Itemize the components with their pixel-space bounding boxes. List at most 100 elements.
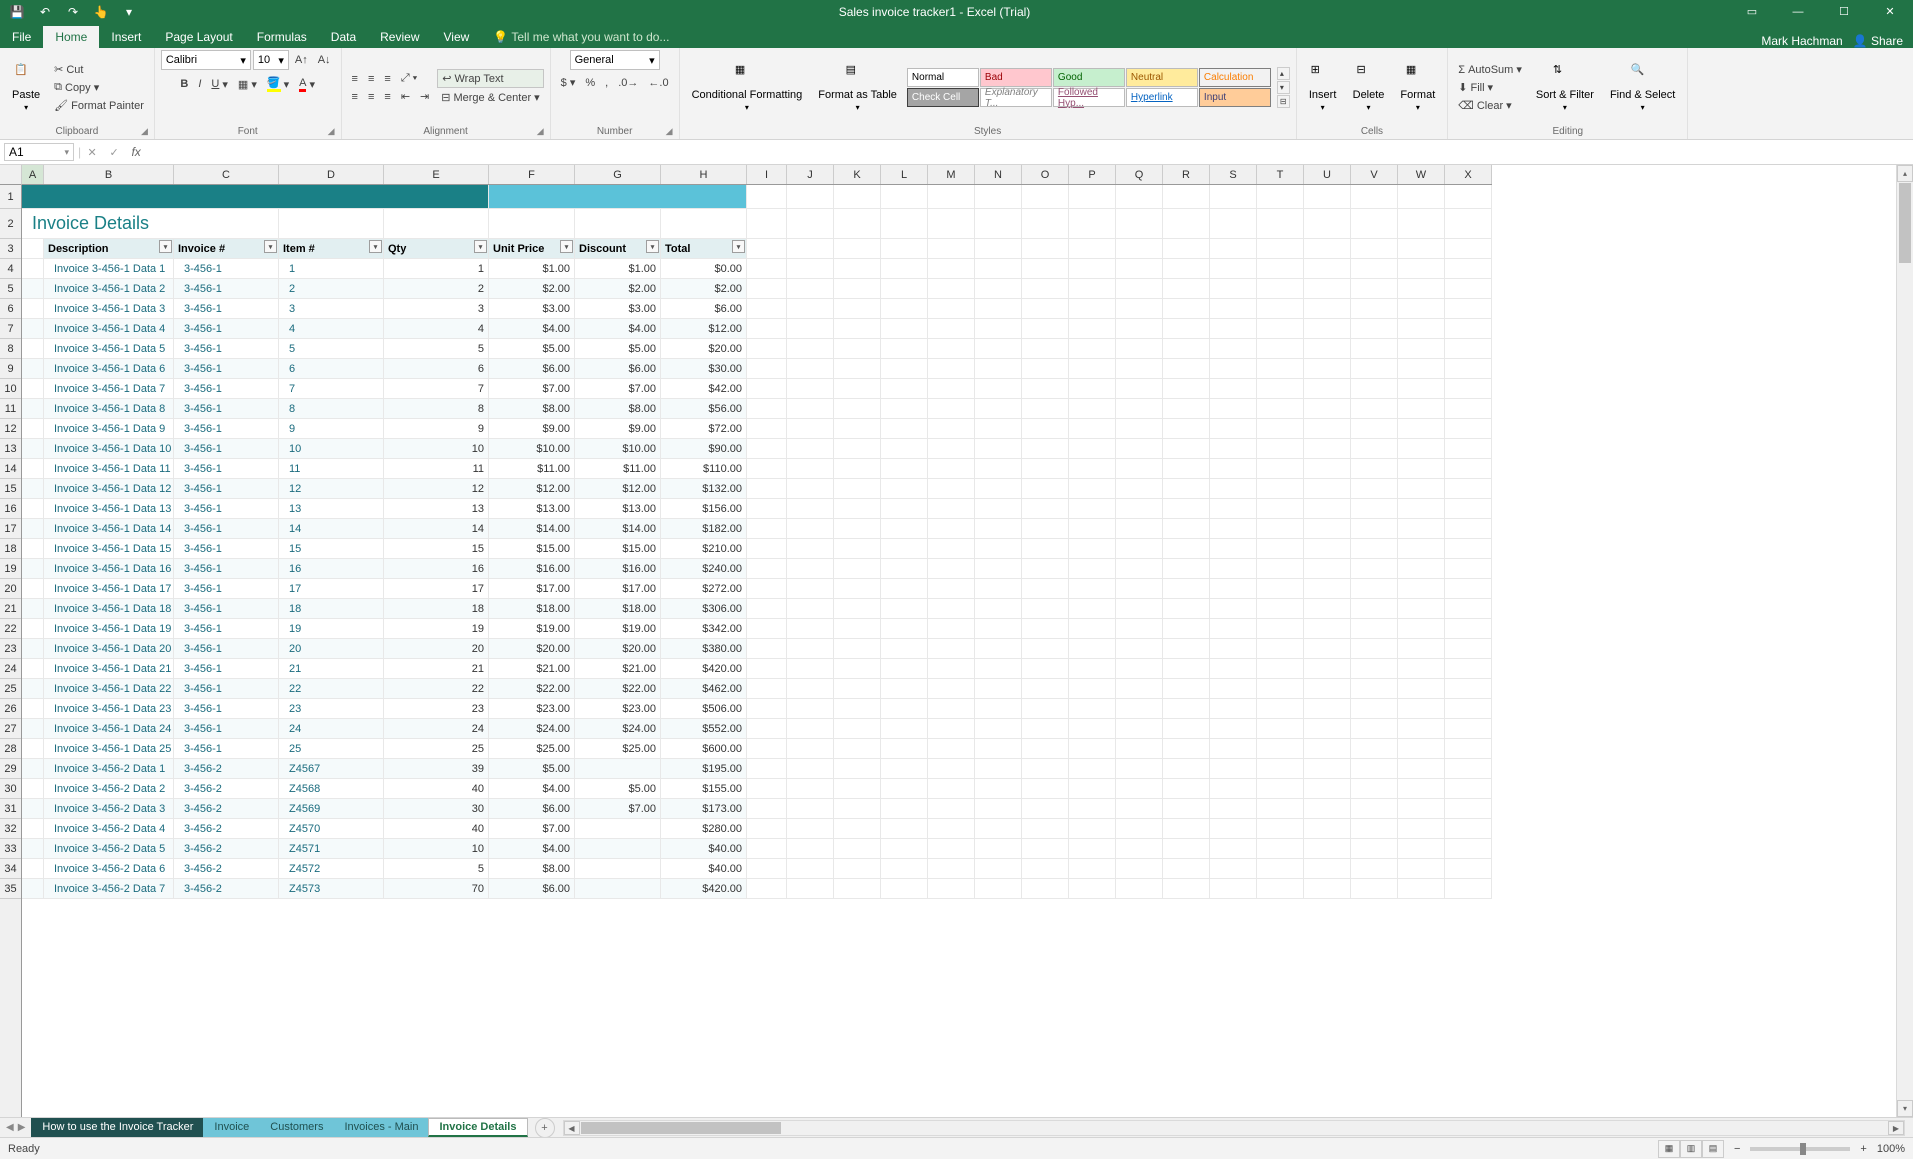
table-cell[interactable]: $7.00 <box>575 799 661 819</box>
table-cell[interactable] <box>575 839 661 859</box>
table-cell[interactable]: $0.00 <box>661 259 747 279</box>
table-cell[interactable]: $14.00 <box>489 519 575 539</box>
row-header-19[interactable]: 19 <box>0 559 21 579</box>
increase-decimal-icon[interactable]: .0→ <box>614 75 642 91</box>
table-cell[interactable]: Invoice 3-456-1 Data 13 <box>44 499 174 519</box>
table-cell[interactable]: $132.00 <box>661 479 747 499</box>
table-cell[interactable]: $12.00 <box>489 479 575 499</box>
row-header-27[interactable]: 27 <box>0 719 21 739</box>
column-header-N[interactable]: N <box>975 165 1022 184</box>
maximize-icon[interactable]: ☐ <box>1821 0 1867 23</box>
tab-home[interactable]: Home <box>43 26 99 48</box>
underline-button[interactable]: U ▾ <box>207 76 231 93</box>
table-cell[interactable]: $15.00 <box>575 539 661 559</box>
table-cell[interactable]: 19 <box>384 619 489 639</box>
table-cell[interactable]: $182.00 <box>661 519 747 539</box>
table-cell[interactable]: $42.00 <box>661 379 747 399</box>
banner-cell[interactable] <box>489 185 747 209</box>
tab-formulas[interactable]: Formulas <box>245 26 319 48</box>
table-cell[interactable]: 3-456-2 <box>174 799 279 819</box>
normal-view-icon[interactable]: ▦ <box>1658 1140 1680 1158</box>
row-header-10[interactable]: 10 <box>0 379 21 399</box>
tab-review[interactable]: Review <box>368 26 431 48</box>
find-select-button[interactable]: 🔍Find & Select▾ <box>1604 61 1681 114</box>
table-cell[interactable]: $13.00 <box>575 499 661 519</box>
table-cell[interactable]: 1 <box>279 259 384 279</box>
table-header-unitprice[interactable]: Unit Price▾ <box>489 239 575 259</box>
share-button[interactable]: 👤 Share <box>1853 34 1903 48</box>
row-header-26[interactable]: 26 <box>0 699 21 719</box>
table-cell[interactable]: Invoice 3-456-1 Data 10 <box>44 439 174 459</box>
row-header-9[interactable]: 9 <box>0 359 21 379</box>
cell-style-explanatoryt[interactable]: Explanatory T... <box>980 88 1052 107</box>
tab-file[interactable]: File <box>0 26 43 48</box>
sheet-tab-invoice-details[interactable]: Invoice Details <box>428 1118 527 1137</box>
gallery-down-icon[interactable]: ▾ <box>1277 81 1290 94</box>
table-cell[interactable]: 23 <box>384 699 489 719</box>
align-left-icon[interactable]: ≡ <box>348 89 362 105</box>
table-cell[interactable]: $210.00 <box>661 539 747 559</box>
table-cell[interactable]: $155.00 <box>661 779 747 799</box>
gallery-more-icon[interactable]: ⊟ <box>1277 95 1290 108</box>
table-cell[interactable]: $25.00 <box>489 739 575 759</box>
sheet-tab-customers[interactable]: Customers <box>259 1118 334 1137</box>
decrease-decimal-icon[interactable]: ←.0 <box>644 75 672 91</box>
column-header-V[interactable]: V <box>1351 165 1398 184</box>
table-cell[interactable]: 8 <box>384 399 489 419</box>
table-cell[interactable]: 3-456-1 <box>174 539 279 559</box>
table-cell[interactable]: 3-456-1 <box>174 299 279 319</box>
copy-button[interactable]: ⧉ Copy ▾ <box>50 79 148 96</box>
table-cell[interactable]: Invoice 3-456-1 Data 7 <box>44 379 174 399</box>
align-bottom-icon[interactable]: ≡ <box>380 71 394 87</box>
table-cell[interactable]: 24 <box>384 719 489 739</box>
table-cell[interactable]: Invoice 3-456-2 Data 7 <box>44 879 174 899</box>
table-cell[interactable]: $23.00 <box>575 699 661 719</box>
table-cell[interactable]: Invoice 3-456-1 Data 19 <box>44 619 174 639</box>
table-cell[interactable]: 19 <box>279 619 384 639</box>
sheet-nav-prev-icon[interactable]: ◀ <box>6 1122 14 1133</box>
table-header-qty[interactable]: Qty▾ <box>384 239 489 259</box>
table-cell[interactable]: Z4572 <box>279 859 384 879</box>
filter-button[interactable]: ▾ <box>732 240 745 253</box>
table-cell[interactable]: $16.00 <box>489 559 575 579</box>
table-cell[interactable]: $19.00 <box>575 619 661 639</box>
tab-view[interactable]: View <box>432 26 482 48</box>
row-header-20[interactable]: 20 <box>0 579 21 599</box>
table-cell[interactable]: $240.00 <box>661 559 747 579</box>
table-cell[interactable]: 21 <box>384 659 489 679</box>
bold-button[interactable]: B <box>176 76 192 92</box>
table-cell[interactable]: Invoice 3-456-1 Data 23 <box>44 699 174 719</box>
table-cell[interactable]: Invoice 3-456-2 Data 4 <box>44 819 174 839</box>
table-cell[interactable]: Invoice 3-456-2 Data 3 <box>44 799 174 819</box>
redo-icon[interactable]: ↷ <box>62 1 84 23</box>
fill-button[interactable]: ⬇ Fill ▾ <box>1454 79 1526 96</box>
table-cell[interactable]: 3-456-2 <box>174 879 279 899</box>
table-cell[interactable]: 14 <box>384 519 489 539</box>
table-cell[interactable]: $24.00 <box>489 719 575 739</box>
table-cell[interactable]: 3-456-1 <box>174 699 279 719</box>
wrap-text-button[interactable]: ↩ Wrap Text <box>437 69 543 88</box>
table-cell[interactable]: 3-456-1 <box>174 259 279 279</box>
table-cell[interactable]: $156.00 <box>661 499 747 519</box>
table-cell[interactable]: 2 <box>279 279 384 299</box>
filter-button[interactable]: ▾ <box>646 240 659 253</box>
row-header-14[interactable]: 14 <box>0 459 21 479</box>
table-cell[interactable]: 3-456-1 <box>174 379 279 399</box>
table-cell[interactable]: 5 <box>384 339 489 359</box>
table-cell[interactable]: $110.00 <box>661 459 747 479</box>
sheet-nav-next-icon[interactable]: ▶ <box>18 1122 26 1133</box>
align-center-icon[interactable]: ≡ <box>364 89 378 105</box>
table-cell[interactable]: 3-456-1 <box>174 339 279 359</box>
table-cell[interactable]: $12.00 <box>575 479 661 499</box>
close-icon[interactable]: ✕ <box>1867 0 1913 23</box>
table-cell[interactable]: 3-456-1 <box>174 399 279 419</box>
table-cell[interactable]: Invoice 3-456-1 Data 12 <box>44 479 174 499</box>
table-cell[interactable]: $16.00 <box>575 559 661 579</box>
table-cell[interactable]: 3-456-1 <box>174 419 279 439</box>
table-cell[interactable]: 3-456-1 <box>174 679 279 699</box>
table-cell[interactable]: $2.00 <box>575 279 661 299</box>
table-cell[interactable]: Z4568 <box>279 779 384 799</box>
insert-cells-button[interactable]: ⊞Insert▾ <box>1303 61 1343 114</box>
row-header-30[interactable]: 30 <box>0 779 21 799</box>
row-header-22[interactable]: 22 <box>0 619 21 639</box>
